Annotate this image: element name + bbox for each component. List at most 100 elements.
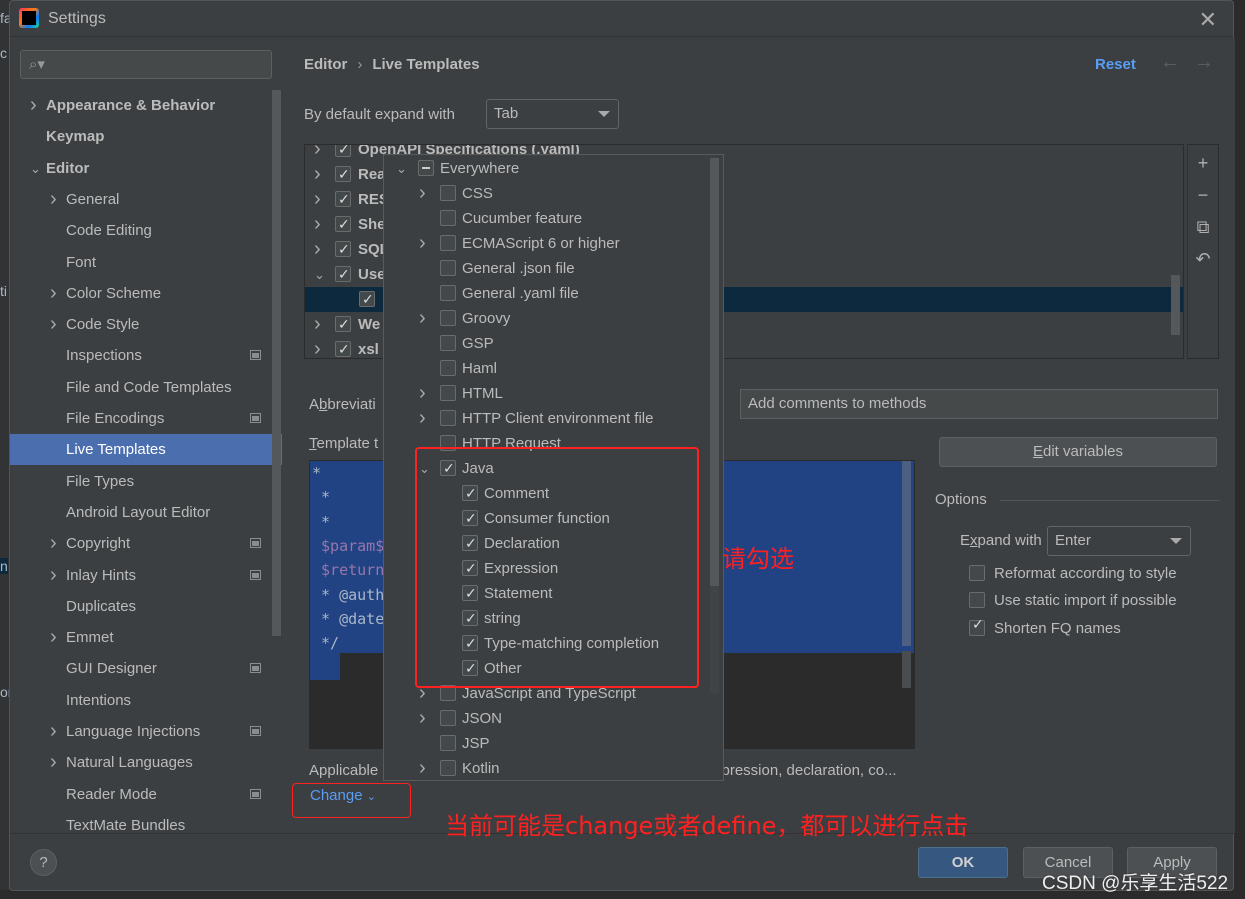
checkbox[interactable] [440,710,456,726]
checkbox[interactable] [440,335,456,351]
chevron-right-icon[interactable]: › [314,162,321,187]
checkbox[interactable] [335,145,351,162]
sidebar-item[interactable]: › Emmet [10,622,282,653]
checkbox[interactable] [440,310,456,326]
sidebar-item[interactable]: Reader Mode [10,779,282,810]
sidebar-item[interactable]: Inspections [10,340,282,371]
checkbox[interactable] [440,285,456,301]
context-item[interactable]: › HTTP Client environment file [384,406,704,431]
forward-arrow-icon[interactable]: → [1194,51,1214,74]
expand-with-dropdown[interactable]: Enter [1047,526,1191,556]
checkbox[interactable] [359,287,375,312]
sidebar-item[interactable]: Android Layout Editor [10,497,282,528]
context-item[interactable]: › ECMAScript 6 or higher [384,231,704,256]
sidebar-item[interactable]: › Natural Languages [10,747,282,778]
shorten-fq-checkbox[interactable]: Shorten FQ names [969,616,1121,637]
checkbox[interactable] [440,760,456,776]
chevron-right-icon[interactable]: › [419,181,426,206]
checkbox[interactable] [440,185,456,201]
context-item[interactable]: General .json file [384,256,704,281]
checkbox[interactable] [335,237,351,262]
chevron-right-icon[interactable]: › [50,309,57,340]
chevron-right-icon[interactable]: › [50,622,57,653]
checkbox[interactable] [440,410,456,426]
chevron-right-icon[interactable]: › [314,237,321,262]
sidebar-item[interactable]: File Encodings [10,403,282,434]
context-item[interactable]: Cucumber feature [384,206,704,231]
chevron-right-icon[interactable]: › [50,560,57,591]
checkbox[interactable] [440,260,456,276]
sidebar-item[interactable]: ⌄ Editor [10,153,282,184]
restore-icon[interactable]: ↶ [1188,249,1218,270]
chevron-right-icon[interactable]: › [50,716,57,747]
checkbox[interactable] [335,187,351,212]
sidebar-item[interactable]: › General [10,184,282,215]
checkbox[interactable] [440,385,456,401]
chevron-right-icon[interactable]: › [50,528,57,559]
template-tree-scrollbar[interactable] [1171,275,1180,335]
checkbox[interactable] [440,235,456,251]
checkbox[interactable] [440,210,456,226]
ok-button[interactable]: OK [918,847,1008,878]
context-item[interactable]: JSP [384,731,704,756]
sidebar-item[interactable]: File and Code Templates [10,372,282,403]
close-icon[interactable]: ✕ [1199,7,1217,33]
copy-icon[interactable]: ⧉ [1188,217,1218,238]
sidebar-scrollbar[interactable] [272,90,281,636]
checkbox[interactable] [440,360,456,376]
edit-variables-button[interactable]: Edit variables [939,437,1217,467]
sidebar-item[interactable]: Code Editing [10,215,282,246]
chevron-right-icon[interactable]: › [314,212,321,237]
context-item[interactable]: › JSON [384,706,704,731]
chevron-right-icon[interactable]: › [419,381,426,406]
settings-search-input[interactable]: ⌕▾ [20,50,272,79]
sidebar-item[interactable]: › Inlay Hints [10,560,282,591]
chevron-down-icon[interactable]: ⌄ [314,262,325,287]
chevron-right-icon[interactable]: › [50,278,57,309]
checkbox[interactable] [335,337,351,358]
static-import-checkbox[interactable]: Use static import if possible [969,592,1177,609]
sidebar-item[interactable]: File Types [10,466,282,497]
checkbox[interactable] [440,735,456,751]
context-item[interactable]: › CSS [384,181,704,206]
chevron-right-icon[interactable]: › [419,231,426,256]
sidebar-item[interactable]: › Copyright [10,528,282,559]
help-button[interactable]: ? [30,849,57,876]
sidebar-item[interactable]: Duplicates [10,591,282,622]
chevron-right-icon[interactable]: › [419,306,426,331]
context-item[interactable]: › HTML [384,381,704,406]
sidebar-item[interactable]: › Appearance & Behavior [10,90,282,121]
editor-scrollbar[interactable] [902,461,911,646]
context-item[interactable]: Haml [384,356,704,381]
sidebar-item[interactable]: Live Templates [10,434,282,466]
checkbox[interactable] [335,262,351,287]
chevron-right-icon[interactable]: › [50,184,57,215]
chevron-right-icon[interactable]: › [314,337,321,358]
sidebar-item[interactable]: Font [10,247,282,278]
chevron-right-icon[interactable]: › [314,145,321,162]
chevron-down-icon[interactable]: ⌄ [396,156,407,181]
chevron-right-icon[interactable]: › [30,90,37,121]
chevron-right-icon[interactable]: › [419,406,426,431]
checkbox[interactable] [335,162,351,187]
reformat-checkbox[interactable]: Reformat according to style [969,565,1177,582]
back-arrow-icon[interactable]: ← [1160,51,1180,74]
sidebar-item[interactable]: › Code Style [10,309,282,340]
chevron-right-icon[interactable]: › [314,187,321,212]
sidebar-item[interactable]: GUI Designer [10,653,282,684]
context-item[interactable]: ⌄ Everywhere [384,156,704,181]
reset-link[interactable]: Reset [1095,56,1136,73]
checkbox[interactable] [418,160,434,176]
sidebar-item[interactable]: Intentions [10,685,282,716]
chevron-right-icon[interactable]: › [314,312,321,337]
chevron-right-icon[interactable]: › [419,756,426,780]
sidebar-item[interactable]: Keymap [10,121,282,152]
default-expand-dropdown[interactable]: Tab [486,99,619,129]
checkbox[interactable] [335,312,351,337]
context-item[interactable]: › Groovy [384,306,704,331]
popup-scrollbar[interactable] [710,158,719,586]
chevron-down-icon[interactable]: ⌄ [30,153,41,184]
breadcrumb-editor[interactable]: Editor [304,56,347,73]
checkbox[interactable] [335,212,351,237]
context-item[interactable]: GSP [384,331,704,356]
